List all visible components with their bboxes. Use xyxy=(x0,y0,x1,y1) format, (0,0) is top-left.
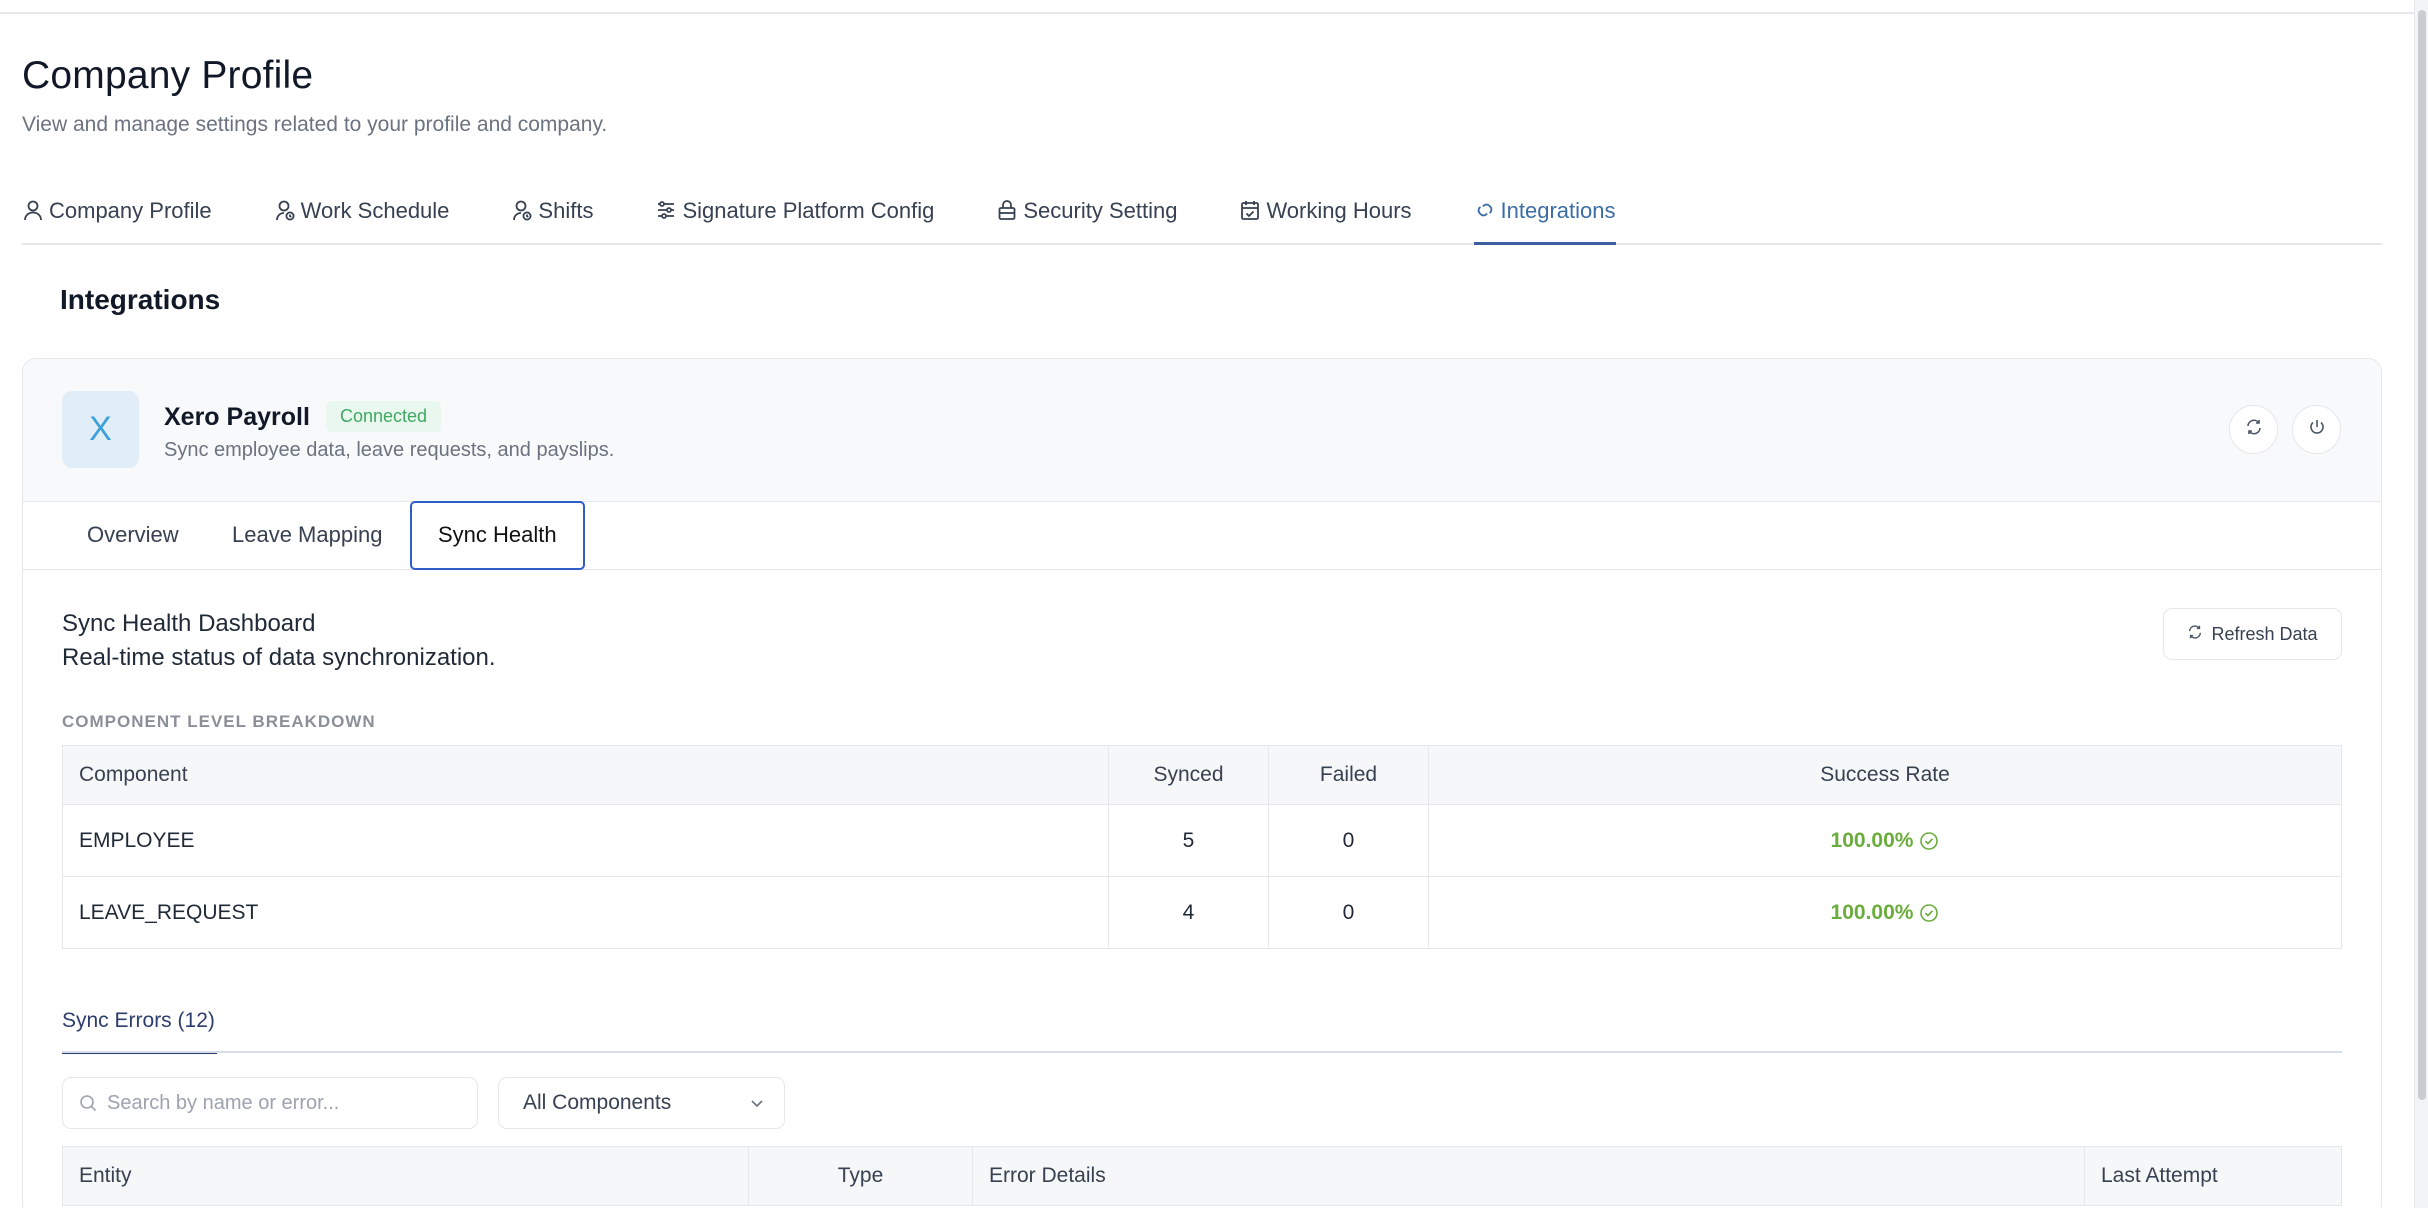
table-header-row: Entity Type Error Details Last Attempt xyxy=(62,1146,2342,1206)
column-header[interactable]: Component xyxy=(62,745,1109,805)
calendar-check-icon xyxy=(1239,198,1261,222)
chevron-down-icon xyxy=(751,1100,763,1108)
link-icon xyxy=(1474,198,1496,222)
top-bar xyxy=(0,0,2428,14)
tab-integrations[interactable]: Integrations xyxy=(1473,188,1616,245)
dashboard-title: Sync Health Dashboard xyxy=(62,610,316,637)
user-clock-icon xyxy=(511,198,533,222)
sync-errors-table: Entity Type Error Details Last Attempt xyxy=(62,1146,2342,1206)
tab-label: Security Setting xyxy=(1023,198,1178,223)
vertical-scrollbar[interactable] xyxy=(2414,0,2428,1208)
section-title: Integrations xyxy=(60,284,221,315)
breakdown-label: COMPONENT LEVEL BREAKDOWN xyxy=(62,712,376,731)
synced-cell: 5 xyxy=(1108,804,1269,877)
tab-working-hours[interactable]: Working Hours xyxy=(1239,188,1412,245)
integration-card: X Xero Payroll Connected Sync employee d… xyxy=(22,358,2382,1208)
success-rate: 100.00% xyxy=(1831,901,1940,925)
column-header[interactable]: Synced xyxy=(1108,745,1269,805)
failed-cell: 0 xyxy=(1268,804,1429,877)
integration-subtabs: Overview Leave Mapping Sync Health xyxy=(23,501,2381,570)
check-circle-icon xyxy=(1920,831,1939,850)
failed-cell: 0 xyxy=(1268,876,1429,949)
page-title: Company Profile xyxy=(22,54,314,97)
table-row: EMPLOYEE 5 0 100.00% xyxy=(62,804,2342,877)
logo-letter: X xyxy=(89,410,112,448)
component-filter-select[interactable]: All Components xyxy=(498,1077,785,1129)
settings-tabs: Company Profile Work Schedule Shifts Sig… xyxy=(22,188,2382,245)
tab-label: Signature Platform Config xyxy=(682,198,935,223)
scrollbar-thumb[interactable] xyxy=(2418,10,2426,1100)
search-icon xyxy=(80,1095,97,1112)
column-header[interactable]: Error Details xyxy=(972,1146,2085,1206)
subtab-overview[interactable]: Overview xyxy=(87,502,179,570)
refresh-icon xyxy=(2187,624,2211,645)
error-search[interactable] xyxy=(62,1077,478,1129)
subtab-sync-health[interactable]: Sync Health xyxy=(410,501,585,570)
user-icon xyxy=(22,198,44,222)
page-subtitle: View and manage settings related to your… xyxy=(22,113,608,136)
tab-work-schedule[interactable]: Work Schedule xyxy=(274,188,450,245)
subtab-leave-mapping[interactable]: Leave Mapping xyxy=(232,502,382,570)
tab-shifts[interactable]: Shifts xyxy=(511,188,593,245)
integration-logo: X xyxy=(62,391,139,468)
tab-label: Work Schedule xyxy=(300,198,450,223)
breakdown-table: Component Synced Failed Success Rate EMP… xyxy=(62,745,2342,949)
dashboard-subtitle: Real-time status of data synchronization… xyxy=(62,644,496,671)
column-header[interactable]: Entity xyxy=(62,1146,749,1206)
search-input[interactable] xyxy=(107,1091,467,1115)
status-badge: Connected xyxy=(326,401,442,432)
tab-signature-platform-config[interactable]: Signature Platform Config xyxy=(655,188,934,245)
synced-cell: 4 xyxy=(1108,876,1269,949)
disconnect-button[interactable] xyxy=(2292,405,2341,454)
tab-label: Company Profile xyxy=(49,198,212,223)
refresh-data-label: Refresh Data xyxy=(2211,623,2318,644)
column-header[interactable]: Type xyxy=(748,1146,973,1206)
integration-name: Xero Payroll xyxy=(164,403,310,431)
refresh-data-button[interactable]: Refresh Data xyxy=(2163,608,2342,660)
tab-security-setting[interactable]: Security Setting xyxy=(996,188,1177,245)
success-rate: 100.00% xyxy=(1831,829,1940,853)
refresh-icon xyxy=(2245,418,2263,441)
user-clock-icon xyxy=(274,198,296,222)
success-rate-cell: 100.00% xyxy=(1428,876,2342,949)
sliders-icon xyxy=(655,198,677,222)
check-circle-icon xyxy=(1920,903,1939,922)
integration-description: Sync employee data, leave requests, and … xyxy=(164,439,615,461)
column-header[interactable]: Success Rate xyxy=(1428,745,2342,805)
tab-sync-errors[interactable]: Sync Errors (12) xyxy=(62,1009,217,1054)
integration-header: X Xero Payroll Connected Sync employee d… xyxy=(23,359,2381,502)
success-rate-cell: 100.00% xyxy=(1428,804,2342,877)
tab-company-profile[interactable]: Company Profile xyxy=(22,188,212,245)
sync-button[interactable] xyxy=(2229,405,2278,454)
tab-label: Integrations xyxy=(1500,198,1616,223)
success-rate-value: 100.00% xyxy=(1830,828,1914,852)
component-cell: EMPLOYEE xyxy=(62,804,1109,877)
tab-label: Working Hours xyxy=(1266,198,1412,223)
column-header[interactable]: Failed xyxy=(1268,745,1429,805)
tab-label: Shifts xyxy=(538,198,594,223)
power-icon xyxy=(2308,418,2326,441)
component-cell: LEAVE_REQUEST xyxy=(62,876,1109,949)
divider xyxy=(62,1051,2342,1053)
column-header[interactable]: Last Attempt xyxy=(2084,1146,2342,1206)
lock-icon xyxy=(996,198,1018,222)
filter-value: All Components xyxy=(523,1091,672,1114)
table-row: LEAVE_REQUEST 4 0 100.00% xyxy=(62,876,2342,949)
table-header-row: Component Synced Failed Success Rate xyxy=(62,745,2342,805)
success-rate-value: 100.00% xyxy=(1830,900,1914,924)
